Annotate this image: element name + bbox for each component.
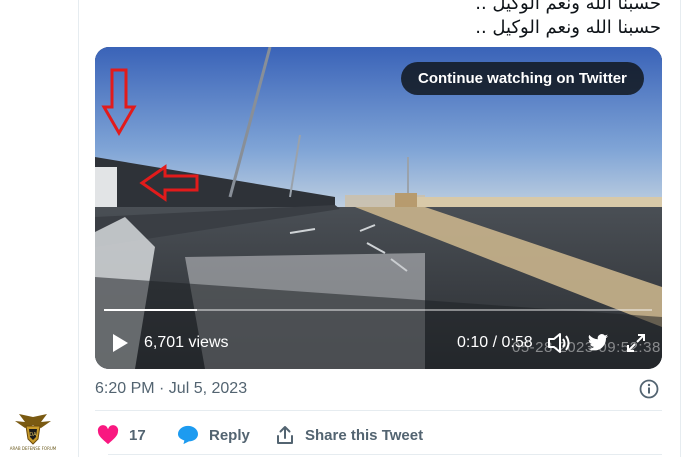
video-player[interactable]: Continue watching on Twitter 6,701 views… [95,47,662,369]
twitter-bird-icon[interactable] [587,333,609,353]
red-annotation-arrow-left-icon [139,164,199,202]
like-count: 17 [129,426,146,444]
eagle-logo-icon: DA [15,414,51,445]
tweet-text-line: حسبنا الله ونعم الوكيل .. [475,17,661,38]
divider [95,410,662,411]
info-icon[interactable] [639,379,659,399]
tweet-text-line: حسبنا الله ونعم الوكيل .. [475,0,661,14]
forum-logo: DA ARAB DEFENSE FORUM [6,412,60,456]
continue-watching-button[interactable]: Continue watching on Twitter [401,62,644,95]
forum-logo-caption: ARAB DEFENSE FORUM [9,446,57,451]
reply-label: Reply [209,426,250,444]
share-label: Share this Tweet [305,426,424,444]
share-icon [277,426,293,444]
video-time: 0:10 / 0:58 [457,334,533,351]
play-icon[interactable] [111,333,129,353]
video-progress-fill [104,309,197,311]
share-button[interactable]: Share this Tweet [275,423,423,447]
left-sidebar: DA ARAB DEFENSE FORUM [0,0,79,457]
expand-icon[interactable] [626,333,646,353]
heart-icon [97,425,119,445]
reply-bubble-icon [178,425,198,445]
tweet-actions: 17 Reply Share this Tweet [95,423,662,447]
reply-button[interactable]: Reply [177,423,250,447]
like-button[interactable]: 17 [97,423,146,447]
tweet-timestamp[interactable]: 6:20 PM · Jul 5, 2023 [95,380,247,398]
svg-text:DA: DA [29,432,37,438]
red-annotation-arrow-down-icon [101,68,137,137]
right-sidebar [680,0,695,457]
divider [108,454,662,455]
view-count: 6,701 views [144,334,229,351]
volume-icon[interactable] [547,332,571,354]
tweet-text: حسبنا الله ونعم الوكيل .. حسبنا الله ونع… [475,0,661,40]
video-controls: 6,701 views 05-28-2023 09:52:38 0:10 / 0… [95,319,662,369]
